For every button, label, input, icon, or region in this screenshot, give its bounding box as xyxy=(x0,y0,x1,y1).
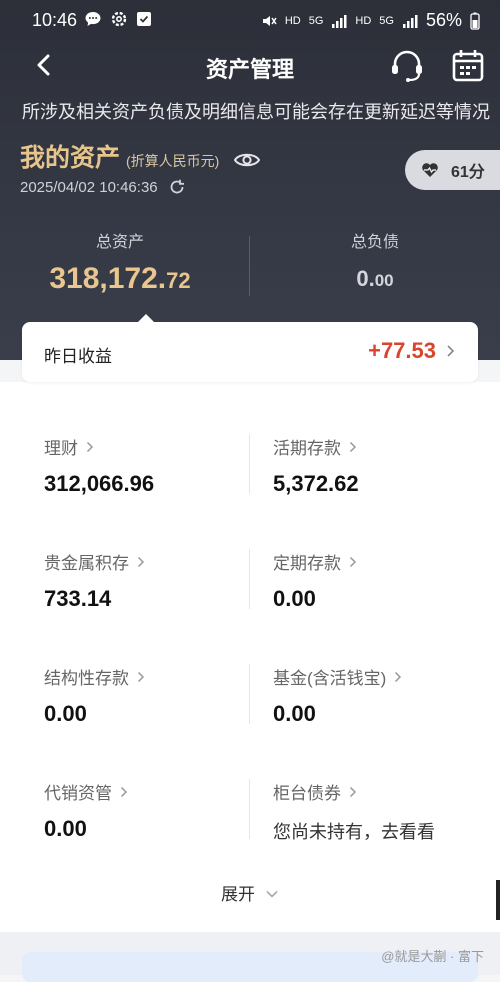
network-hd2-label: HD xyxy=(355,14,372,27)
asset-item-structured-deposit[interactable]: 结构性存款 0.00 xyxy=(44,664,244,727)
asset-item-fund[interactable]: 基金(含活钱宝) 0.00 xyxy=(273,664,473,727)
asset-item-label: 基金(含活钱宝) xyxy=(273,669,387,688)
expand-label: 展开 xyxy=(221,885,255,904)
total-assets-label: 总资产 xyxy=(95,234,144,251)
asset-item-value: 0.00 xyxy=(273,701,316,726)
mute-vibrate-icon xyxy=(262,15,277,26)
total-debt-label: 总负债 xyxy=(350,234,399,251)
asset-item-agency-asset-mgmt[interactable]: 代销资管 0.00 xyxy=(44,779,244,842)
asset-item-label: 贵金属积存 xyxy=(44,554,129,573)
chevron-right-icon xyxy=(349,786,357,797)
yesterday-earnings-value: +77.53 xyxy=(368,338,436,363)
settings-icon xyxy=(111,11,127,27)
total-debt[interactable]: 总负债 0.00 xyxy=(285,228,465,292)
asset-item-wealth[interactable]: 理财 312,066.96 xyxy=(44,434,244,497)
customer-service-icon[interactable] xyxy=(390,48,424,84)
delay-notice: 所涉及相关资产负债及明细信息可能会存在更新延迟等情况 xyxy=(22,102,490,122)
expand-button[interactable]: 展开 xyxy=(0,880,500,905)
signal-icon-2 xyxy=(402,14,418,28)
asset-breakdown-card: 理财 312,066.96 活期存款 5,372.62 贵金属积存 733.14… xyxy=(0,382,500,932)
eye-icon[interactable] xyxy=(233,150,261,170)
total-debt-integer: 0. xyxy=(356,266,375,291)
total-assets[interactable]: 总资产 318,172.72 xyxy=(30,228,210,296)
refresh-icon[interactable] xyxy=(168,178,186,196)
grid-divider xyxy=(249,434,250,494)
asset-item-value: 312,066.96 xyxy=(44,471,155,496)
chevron-right-icon xyxy=(137,671,145,682)
asset-item-value: 733.14 xyxy=(44,586,112,611)
page-title: 资产管理 xyxy=(205,57,294,82)
asset-item-time-deposit[interactable]: 定期存款 0.00 xyxy=(273,549,473,612)
signal-icon xyxy=(332,14,347,28)
total-debt-decimal: 00 xyxy=(374,271,394,290)
chevron-right-icon xyxy=(349,441,357,452)
calendar-icon[interactable] xyxy=(452,48,484,82)
chevron-right-icon xyxy=(86,441,94,452)
asset-item-label: 结构性存款 xyxy=(44,669,129,688)
battery-level: 56% xyxy=(425,10,462,30)
health-score-value: 61分 xyxy=(451,164,485,181)
network-hd-label: HD xyxy=(284,14,301,27)
battery-icon xyxy=(470,12,480,30)
asset-item-value: 0.00 xyxy=(273,586,316,611)
update-timestamp: 2025/04/02 10:46:36 xyxy=(20,178,158,196)
chevron-right-icon xyxy=(137,556,145,567)
asset-item-precious-metal[interactable]: 贵金属积存 733.14 xyxy=(44,549,244,612)
watermark: @就是大蒯 · 富下 xyxy=(381,949,484,964)
grid-divider xyxy=(249,779,250,839)
total-assets-decimal: 72 xyxy=(166,268,191,293)
asset-item-label: 柜台债券 xyxy=(273,784,341,803)
pointer-arrow xyxy=(137,314,155,323)
update-time-row: 2025/04/02 10:46:36 xyxy=(20,178,186,196)
asset-item-label: 定期存款 xyxy=(273,554,341,573)
asset-item-label: 理财 xyxy=(44,439,78,458)
chevron-right-icon xyxy=(447,345,455,357)
asset-item-label: 代销资管 xyxy=(44,784,112,803)
my-assets-header: 我的资产 (折算人民币元) xyxy=(20,138,261,174)
message-icon xyxy=(85,12,101,26)
asset-item-label: 活期存款 xyxy=(273,439,341,458)
status-time: 10:46 xyxy=(32,10,78,30)
chevron-right-icon xyxy=(395,671,402,682)
currency-note: (折算人民币元) xyxy=(126,153,220,169)
asset-item-counter-bonds[interactable]: 柜台债券 您尚未持有，去看看 xyxy=(273,779,473,844)
scroll-edge xyxy=(496,880,500,920)
total-assets-integer: 318,172. xyxy=(49,262,167,295)
yesterday-earnings-label: 昨日收益 xyxy=(44,347,112,366)
chevron-right-icon xyxy=(349,556,357,567)
asset-item-value: 您尚未持有，去看看 xyxy=(273,822,435,842)
asset-item-value: 0.00 xyxy=(44,701,87,726)
chevron-down-icon xyxy=(266,890,278,898)
grid-divider xyxy=(249,664,250,724)
my-assets-title: 我的资产 xyxy=(20,144,121,172)
asset-item-demand-deposit[interactable]: 活期存款 5,372.62 xyxy=(273,434,473,497)
health-score-badge[interactable]: 61分 xyxy=(405,150,500,190)
network-5g2-label: 5G xyxy=(379,14,394,27)
grid-divider xyxy=(249,549,250,609)
heart-pulse-icon xyxy=(422,163,438,177)
chevron-right-icon xyxy=(120,786,128,797)
totals-divider xyxy=(249,236,250,296)
yesterday-earnings-row[interactable]: 昨日收益 +77.53 xyxy=(22,314,478,382)
nav-bar: 资产管理 xyxy=(0,42,500,92)
status-bar: 10:46 HD 5G HD 5G 56% xyxy=(0,0,500,40)
network-5g-label: 5G xyxy=(308,14,324,27)
download-check-icon xyxy=(137,12,151,26)
asset-item-value: 0.00 xyxy=(44,816,87,841)
asset-item-value: 5,372.62 xyxy=(273,471,359,496)
